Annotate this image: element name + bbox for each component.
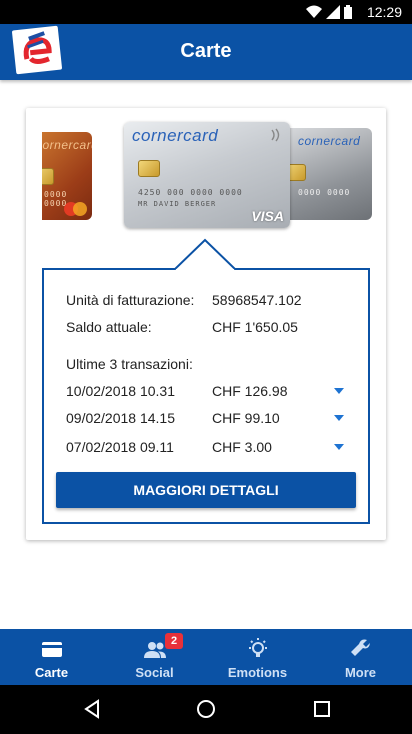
transaction-row[interactable]: 10/02/2018 10.31 CHF 126.98 <box>44 383 368 403</box>
pointer-notch <box>174 238 236 270</box>
balance-label: Saldo attuale: <box>66 319 152 335</box>
card-number: 0000 0000 <box>298 188 351 197</box>
notification-badge: 2 <box>165 633 183 649</box>
expand-caret-icon[interactable] <box>334 444 344 450</box>
battery-icon <box>344 5 352 24</box>
nav-label: Emotions <box>227 665 288 680</box>
transaction-date: 09/02/2018 14.15 <box>66 410 175 426</box>
transaction-row[interactable]: 09/02/2018 14.15 CHF 99.10 <box>44 410 368 430</box>
card-info-box: Unità di fatturazione: 58968547.102 Sald… <box>42 238 370 524</box>
card-thumbnail-prev[interactable]: cornercard 0000 0000 <box>42 132 92 220</box>
transaction-date: 10/02/2018 10.31 <box>66 383 175 399</box>
nav-label: Carte <box>34 665 69 680</box>
card-thumbnail-next[interactable]: cornercard 0000 0000 <box>290 128 372 220</box>
card-holder: MR DAVID BERGER <box>138 200 217 208</box>
contactless-icon <box>270 128 282 147</box>
status-time: 12:29 <box>366 4 402 20</box>
card-icon <box>40 637 64 661</box>
visa-logo: VISA <box>251 208 284 224</box>
chip-icon <box>42 168 54 185</box>
chip-icon <box>138 160 160 177</box>
wifi-icon <box>306 5 322 24</box>
card-number: 4250 000 0000 0000 <box>138 188 243 197</box>
status-bar: 12:29 <box>0 0 412 24</box>
page-title: Carte <box>180 40 232 62</box>
card-panel: cornercard 0000 0000 cornercard 0000 000… <box>26 108 386 540</box>
people-icon <box>143 637 167 661</box>
transaction-row[interactable]: 07/02/2018 09.11 CHF 3.00 <box>44 439 368 459</box>
nav-label: Social <box>135 665 174 680</box>
bottom-nav: Carte 2 Social Emotions More <box>0 629 412 685</box>
transaction-amount: CHF 126.98 <box>212 383 288 399</box>
transaction-amount: CHF 3.00 <box>212 439 272 455</box>
card-brand: cornercard <box>298 134 361 148</box>
system-nav-bar <box>0 685 412 734</box>
expand-caret-icon[interactable] <box>334 388 344 394</box>
more-details-button[interactable]: MAGGIORI DETTAGLI <box>56 472 356 508</box>
app-bar: Carte <box>0 24 412 80</box>
card-brand: cornercard <box>42 138 92 152</box>
card-brand: cornercard <box>132 126 219 145</box>
billing-unit-value: 58968547.102 <box>212 292 302 308</box>
wrench-icon <box>349 637 373 661</box>
lightbulb-icon <box>246 637 270 661</box>
nav-item-emotions[interactable]: Emotions <box>206 629 309 685</box>
back-icon[interactable] <box>80 697 104 721</box>
nav-item-carte[interactable]: Carte <box>0 629 103 685</box>
recents-icon[interactable] <box>310 697 334 721</box>
signal-icon <box>326 5 340 24</box>
nav-item-social[interactable]: 2 Social <box>103 629 206 685</box>
transaction-amount: CHF 99.10 <box>212 410 280 426</box>
balance-value: CHF 1'650.05 <box>212 319 298 335</box>
expand-caret-icon[interactable] <box>334 415 344 421</box>
chip-icon <box>290 164 306 181</box>
transactions-label: Ultime 3 transazioni: <box>66 356 193 372</box>
nav-item-more[interactable]: More <box>309 629 412 685</box>
transaction-date: 07/02/2018 09.11 <box>66 439 174 455</box>
home-icon[interactable] <box>194 697 218 721</box>
nav-label: More <box>344 665 377 680</box>
billing-unit-label: Unità di fatturazione: <box>66 292 195 308</box>
mastercard-icon <box>73 202 87 216</box>
card-selected[interactable]: cornercard 4250 000 0000 0000 MR DAVID B… <box>124 122 290 228</box>
